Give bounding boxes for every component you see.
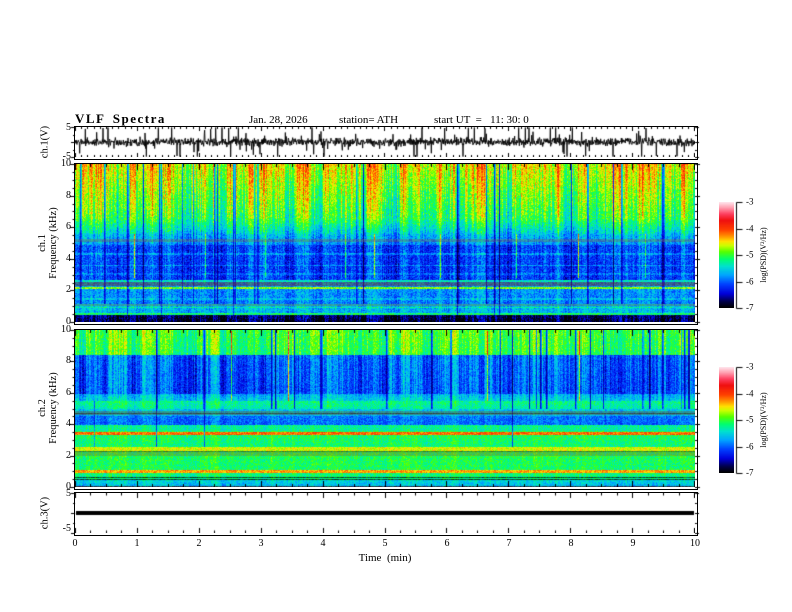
panel-ch1-spectrogram [74,163,698,325]
freq-tick-label: 2 [66,284,71,296]
ylabel-ch2-frequency: ch.2 Frequency (kHz) [37,372,59,443]
freq-tick-label: 0 [66,481,71,492]
x-tick-label: 3 [258,538,264,549]
y-tick-label: 5 [66,122,71,133]
colorbar-tick-label: -7 [746,302,754,313]
colorbar-tick-label: -7 [746,467,754,478]
colorbar-tick-label: -4 [746,388,754,398]
ylabel-ch1-voltage: ch.1(V) [39,125,51,159]
header-station: station= ATH [339,114,399,126]
freq-tick-label: 6 [66,221,71,233]
ch2-spectrogram-canvas [75,330,695,487]
x-tick-label: 0 [72,538,78,549]
ylabel-ch3-voltage: ch.3(V) [39,496,51,530]
x-tick-label: 7 [506,538,512,549]
ylabel-ch1-frequency-line2: Frequency (kHz) [48,207,59,279]
colorbar-ch2-label: log(PSD)(V²/Hz) [759,392,768,448]
colorbar-ch2-canvas [719,367,734,473]
ch1-waveform-canvas [75,127,695,157]
freq-tick-label: 10 [61,324,71,335]
colorbar-ch2 [719,367,734,478]
colorbar-tick-label: -5 [746,414,754,425]
x-tick-label: 4 [320,538,326,549]
x-tick-label: 10 [690,538,700,549]
colorbar-tick-label: -5 [746,249,754,260]
freq-tick-label: 2 [66,449,71,461]
colorbar-ch1-label: log(PSD)(V²/Hz) [759,227,768,283]
colorbar-tick-label: -4 [746,223,754,233]
ylabel-ch1-frequency-line1: ch.1 [37,234,48,252]
ch1-spectrogram-canvas [75,164,695,322]
colorbar-ch1-canvas [719,202,734,308]
x-tick-label: 1 [134,538,140,549]
colorbar-tick-label: -6 [746,441,754,451]
header-date: Jan. 28, 2026 [249,114,308,126]
ylabel-ch2-frequency-line1: ch.2 [37,399,48,417]
x-tick-label: 9 [630,538,636,549]
freq-tick-label: 8 [66,189,71,201]
y-tick-label: -5 [62,523,71,534]
colorbar-tick-label: -3 [746,196,754,207]
x-tick-label: 6 [444,538,450,549]
header-start-ut: start UT = 11: 30: 0 [434,114,529,126]
ylabel-ch2-frequency-line2: Frequency (kHz) [48,372,59,444]
ylabel-ch1-frequency: ch.1 Frequency (kHz) [37,207,59,278]
freq-tick-label: 10 [61,158,71,169]
panel-ch3-waveform [74,492,698,536]
panel-ch1-waveform [74,126,698,160]
vlf-spectra-plot: VLF Spectra Jan. 28, 2026 station= ATH s… [0,0,792,612]
plot-title: VLF Spectra [75,111,166,126]
freq-tick-label: 4 [66,252,71,264]
freq-tick-label: 4 [66,418,71,430]
x-tick-label: 8 [568,538,574,549]
colorbar-ch1 [719,202,734,313]
x-tick-label: 2 [196,538,202,549]
freq-tick-label: 8 [66,355,71,367]
x-tick-label: 5 [382,538,388,549]
xaxis-title: Time (min) [358,552,412,564]
freq-tick-label: 6 [66,386,71,398]
colorbar-tick-label: -6 [746,276,754,286]
colorbar-tick-label: -3 [746,361,754,372]
panel-ch2-spectrogram [74,329,698,490]
ch3-waveform-canvas [75,493,695,533]
